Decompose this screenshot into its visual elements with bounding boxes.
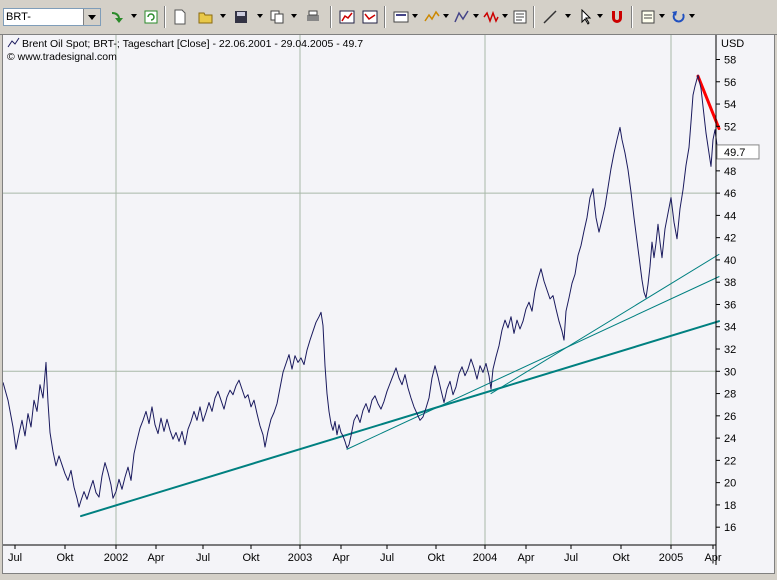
- x-tick-label: Okt: [427, 552, 444, 564]
- toolbar: BRT-: [0, 0, 777, 35]
- chevron-down-icon[interactable]: [131, 14, 137, 18]
- x-tick-label: Apr: [147, 552, 164, 564]
- chevron-down-icon[interactable]: [473, 14, 479, 18]
- symbol-value[interactable]: BRT-: [6, 11, 31, 23]
- go-arrow-icon[interactable]: [108, 8, 126, 26]
- chart-window[interactable]: 16 18 20 22 24 26 28 30 32 34 36 38 40 42 44 46 48 52 54 56…: [2, 34, 775, 574]
- x-tick-label: 2003: [288, 552, 312, 564]
- x-tick-label: Jul: [196, 552, 210, 564]
- y-tick-label: 24: [724, 433, 736, 445]
- y-tick-label: 54: [724, 99, 736, 111]
- y-tick-label: 46: [724, 188, 736, 200]
- x-tick-label: Jul: [8, 552, 22, 564]
- price-chart[interactable]: 16 18 20 22 24 26 28 30 32 34 36 38 40 42 44 46 48 52 54 56…: [3, 35, 774, 573]
- y-tick-label: 52: [724, 121, 736, 133]
- y-tick-label: 34: [724, 322, 736, 334]
- oscillator-icon[interactable]: [482, 8, 500, 26]
- magnet-icon[interactable]: [608, 8, 626, 26]
- y-tick-label: 16: [724, 522, 736, 534]
- x-tick-label: Apr: [517, 552, 534, 564]
- y-tick-label: 48: [724, 166, 736, 178]
- x-tick-label: Okt: [242, 552, 259, 564]
- x-tick-label: Okt: [56, 552, 73, 564]
- y-tick-label: 56: [724, 77, 736, 89]
- chart-type-icon[interactable]: [392, 8, 410, 26]
- chart-window-alt-icon[interactable]: [361, 8, 379, 26]
- x-tick-label: 2002: [104, 552, 128, 564]
- open-folder-icon[interactable]: [197, 8, 215, 26]
- y-tick-label: 22: [724, 455, 736, 467]
- cursor-icon[interactable]: [577, 8, 595, 26]
- save-icon[interactable]: [232, 8, 250, 26]
- undo-icon[interactable]: [670, 8, 688, 26]
- y-tick-label: 20: [724, 478, 736, 490]
- x-tick-label: 2005: [659, 552, 683, 564]
- status-strip: [0, 574, 777, 580]
- chevron-down-icon[interactable]: [659, 14, 665, 18]
- y-tick-label: 26: [724, 411, 736, 423]
- chevron-down-icon[interactable]: [83, 9, 100, 25]
- draw-line-icon[interactable]: [541, 8, 559, 26]
- x-tick-label: 2004: [473, 552, 497, 564]
- properties-icon[interactable]: [511, 8, 529, 26]
- symbol-combobox[interactable]: BRT-: [3, 8, 101, 26]
- chevron-down-icon[interactable]: [220, 14, 226, 18]
- y-tick-label: 42: [724, 233, 736, 245]
- x-tick-label: Okt: [612, 552, 629, 564]
- new-document-icon[interactable]: [171, 8, 189, 26]
- y-tick-label: 40: [724, 255, 736, 267]
- x-tick-label: Jul: [380, 552, 394, 564]
- chart-title: Brent Oil Spot; BRT-; Tageschart [Close]…: [22, 38, 363, 50]
- y-tick-label: 32: [724, 344, 736, 356]
- trend-icon[interactable]: [453, 8, 471, 26]
- copy-icon[interactable]: [268, 8, 286, 26]
- chevron-down-icon[interactable]: [502, 14, 508, 18]
- chevron-down-icon[interactable]: [257, 14, 263, 18]
- last-price-label: 49.7: [724, 147, 745, 159]
- x-tick-label: Apr: [332, 552, 349, 564]
- chevron-down-icon[interactable]: [412, 14, 418, 18]
- currency-label: USD: [721, 38, 744, 50]
- chart-source: © www.tradesignal.com: [7, 51, 117, 63]
- y-tick-label: 30: [724, 366, 736, 378]
- chevron-down-icon[interactable]: [597, 14, 603, 18]
- chart-window-icon[interactable]: [338, 8, 356, 26]
- plot-area: [3, 35, 716, 545]
- x-tick-label: Jul: [564, 552, 578, 564]
- indicator-icon[interactable]: [423, 8, 441, 26]
- print-icon[interactable]: [304, 8, 322, 26]
- template-icon[interactable]: [639, 8, 657, 26]
- chevron-down-icon[interactable]: [689, 14, 695, 18]
- y-tick-label: 18: [724, 500, 736, 512]
- y-tick-label: 58: [724, 54, 736, 66]
- refresh-icon[interactable]: [142, 8, 160, 26]
- chevron-down-icon[interactable]: [443, 14, 449, 18]
- y-tick-label: 38: [724, 277, 736, 289]
- chevron-down-icon[interactable]: [565, 14, 571, 18]
- chevron-down-icon[interactable]: [291, 14, 297, 18]
- x-tick-label: Apr: [704, 552, 721, 564]
- y-tick-label: 44: [724, 210, 736, 222]
- y-tick-label: 36: [724, 299, 736, 311]
- y-tick-label: 28: [724, 389, 736, 401]
